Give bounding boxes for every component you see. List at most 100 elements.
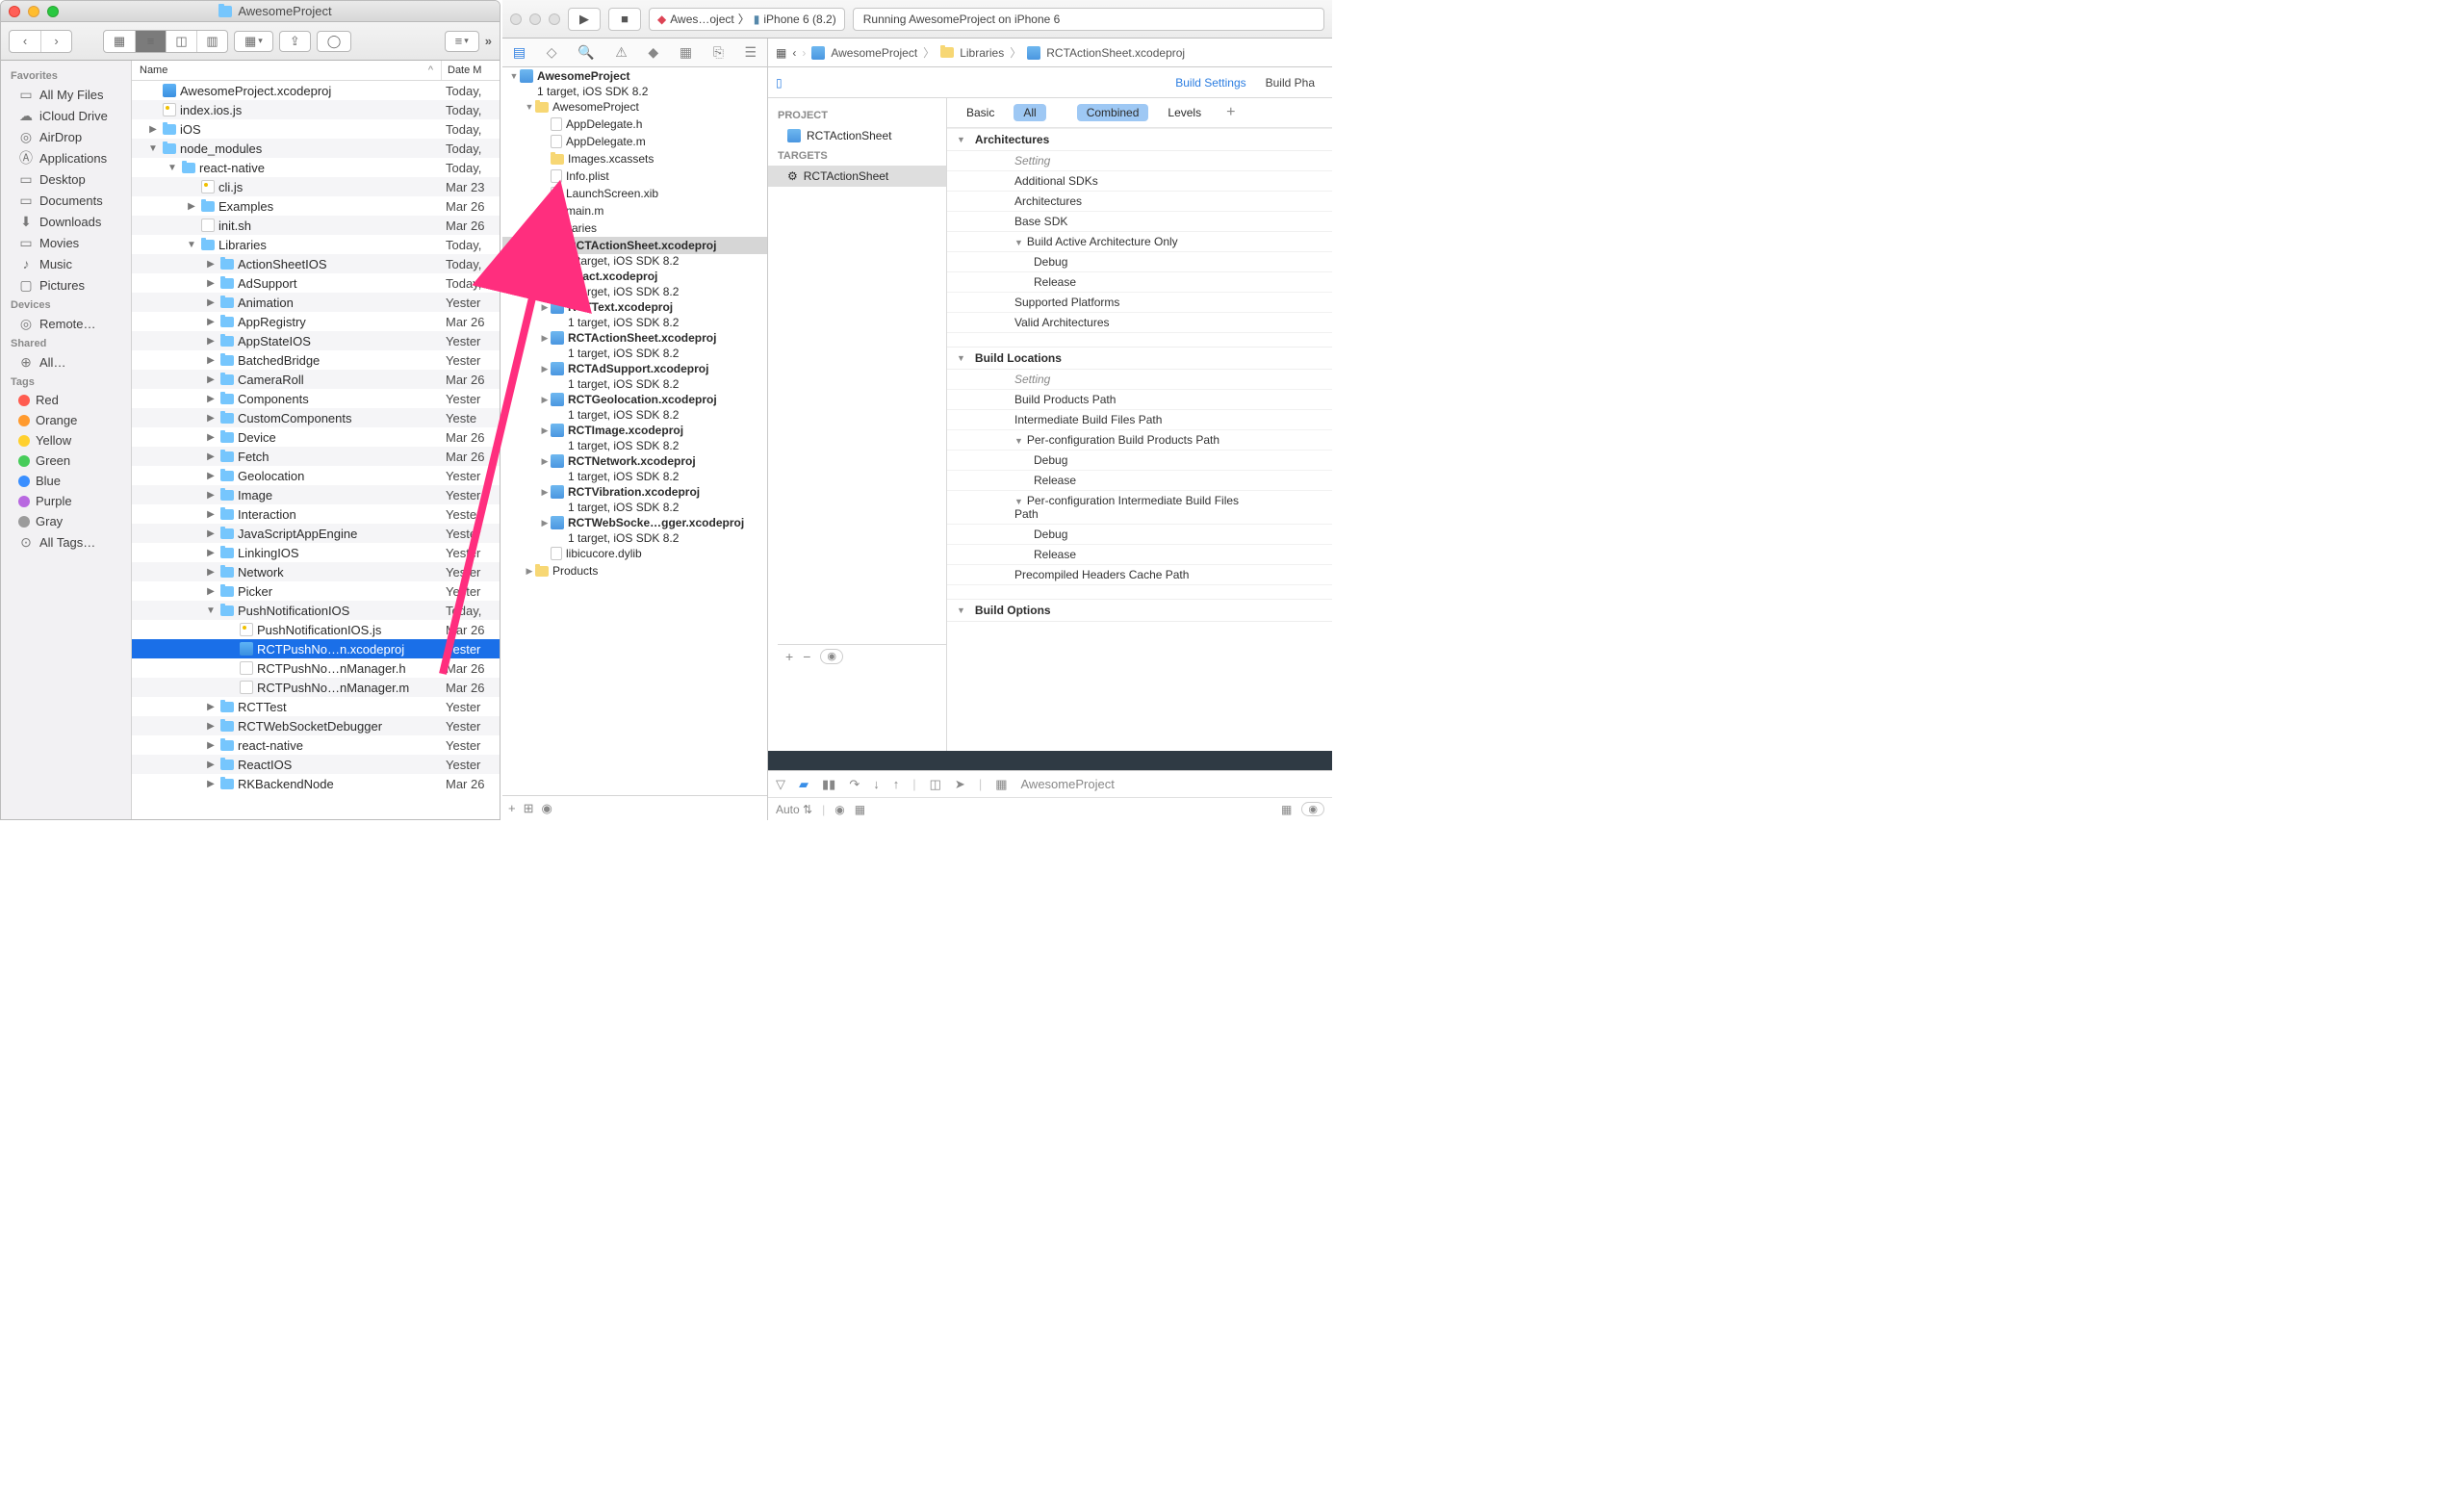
file-row[interactable]: ▼ node_modules Today,: [132, 139, 500, 158]
navigator-row[interactable]: Images.xcassets: [502, 150, 767, 167]
navigator-row[interactable]: ▶ RCTActionSheet.xcodeproj: [502, 237, 767, 254]
disclosure-icon[interactable]: ▶: [205, 336, 217, 347]
file-row[interactable]: ▶ AppStateIOS Yester: [132, 331, 500, 350]
sidebar-tag[interactable]: Purple: [1, 491, 131, 511]
disclosure-icon[interactable]: ▶: [539, 395, 551, 405]
settings-row[interactable]: Debug: [947, 451, 1332, 471]
sidebar-item[interactable]: ◎AirDrop: [1, 126, 131, 147]
filter-all[interactable]: All: [1014, 104, 1045, 121]
file-row[interactable]: ▶ AdSupport Today,: [132, 273, 500, 293]
disclosure-icon[interactable]: ▶: [539, 302, 551, 313]
disclosure-icon[interactable]: ▶: [205, 548, 217, 558]
sidebar-item[interactable]: ♪Music: [1, 253, 131, 274]
disclosure-icon[interactable]: ▶: [205, 355, 217, 366]
jump-bar[interactable]: ▦ ‹ › AwesomeProject 〉 Libraries 〉 RCTAc…: [768, 39, 1332, 66]
project-item[interactable]: RCTActionSheet: [768, 125, 946, 146]
action-button[interactable]: ≡ ▾: [445, 31, 479, 52]
recent-filter-icon[interactable]: ◉: [542, 801, 552, 816]
disclosure-icon[interactable]: ▶: [205, 259, 217, 270]
settings-row[interactable]: Debug: [947, 252, 1332, 272]
file-row[interactable]: ▶ Examples Mar 26: [132, 196, 500, 216]
disclosure-icon[interactable]: ▶: [205, 779, 217, 789]
settings-row[interactable]: Build Products Path: [947, 390, 1332, 410]
disclosure-icon[interactable]: ▶: [539, 518, 551, 528]
navigator-row[interactable]: main.m: [502, 202, 767, 219]
settings-row[interactable]: Precompiled Headers Cache Path: [947, 565, 1332, 585]
disclosure-icon[interactable]: ▶: [205, 297, 217, 308]
add-target-icon[interactable]: +: [785, 649, 793, 664]
sidebar-item[interactable]: ⬇Downloads: [1, 211, 131, 232]
debug-process-name[interactable]: AwesomeProject: [1021, 777, 1115, 791]
jump-segment[interactable]: RCTActionSheet.xcodeproj: [1046, 46, 1185, 60]
file-row[interactable]: RCTPushNo…n.xcodeproj Yester: [132, 639, 500, 658]
step-in-icon[interactable]: ↓: [873, 777, 880, 791]
issue-nav-icon[interactable]: ⚠: [615, 44, 628, 61]
jump-segment[interactable]: Libraries: [960, 46, 1004, 60]
hide-debug-icon[interactable]: ▽: [776, 777, 785, 792]
navigator-row[interactable]: ▶ RCTNetwork.xcodeproj: [502, 452, 767, 470]
settings-row[interactable]: Release: [947, 471, 1332, 491]
column-view-button[interactable]: ◫: [166, 31, 196, 52]
stop-button[interactable]: ■: [608, 8, 641, 31]
file-row[interactable]: ▶ ActionSheetIOS Today,: [132, 254, 500, 273]
settings-row[interactable]: Additional SDKs: [947, 171, 1332, 192]
file-row[interactable]: ▼ Libraries Today,: [132, 235, 500, 254]
disclosure-icon[interactable]: ▶: [539, 487, 551, 498]
navigator-row[interactable]: ▶ RCTWebSocke…gger.xcodeproj: [502, 514, 767, 531]
navigator-row[interactable]: LaunchScreen.xib: [502, 185, 767, 202]
auto-scope-button[interactable]: Auto ⇅: [776, 803, 812, 816]
navigator-row[interactable]: ▶ RCTText.xcodeproj: [502, 298, 767, 316]
disclosure-icon[interactable]: ▶: [539, 364, 551, 374]
disclosure-icon[interactable]: ▶: [205, 374, 217, 385]
forward-button[interactable]: ›: [40, 31, 71, 52]
find-nav-icon[interactable]: 🔍: [578, 44, 594, 61]
settings-row[interactable]: Supported Platforms: [947, 293, 1332, 313]
sidebar-tag[interactable]: Red: [1, 390, 131, 410]
sidebar-tag[interactable]: Blue: [1, 471, 131, 491]
settings-row[interactable]: ▼Build Active Architecture Only: [947, 232, 1332, 252]
close-icon[interactable]: [9, 6, 20, 17]
settings-row[interactable]: Debug: [947, 525, 1332, 545]
file-row[interactable]: ▶ AppRegistry Mar 26: [132, 312, 500, 331]
column-date[interactable]: Date M: [442, 61, 500, 80]
sidebar-tag[interactable]: Orange: [1, 410, 131, 430]
filter-field[interactable]: ◉: [1301, 802, 1324, 816]
navigator-row[interactable]: ▶ RCTAdSupport.xcodeproj: [502, 360, 767, 377]
back-icon[interactable]: ‹: [792, 46, 796, 60]
finder-titlebar[interactable]: AwesomeProject: [1, 1, 500, 22]
add-setting-icon[interactable]: +: [1226, 104, 1235, 121]
disclosure-icon[interactable]: ▶: [524, 566, 535, 577]
sidebar-item[interactable]: ◎Remote…: [1, 313, 131, 334]
disclosure-icon[interactable]: ▶: [205, 317, 217, 327]
minimize-icon[interactable]: [28, 6, 39, 17]
icon-view-button[interactable]: ▦: [104, 31, 135, 52]
sidebar-tag[interactable]: Gray: [1, 511, 131, 531]
file-row[interactable]: ▶ Fetch Mar 26: [132, 447, 500, 466]
sidebar-item[interactable]: ▢Pictures: [1, 274, 131, 296]
settings-row[interactable]: ▼Per-configuration Intermediate Build Fi…: [947, 491, 1332, 525]
navigator-row[interactable]: ▶ RCTActionSheet.xcodeproj: [502, 329, 767, 347]
disclosure-icon[interactable]: ▶: [205, 740, 217, 751]
settings-row[interactable]: Architectures: [947, 192, 1332, 212]
navigator-row[interactable]: ▶ RCTGeolocation.xcodeproj: [502, 391, 767, 408]
disclosure-icon[interactable]: ▶: [147, 124, 159, 135]
navigator-row[interactable]: ▶ React.xcodeproj: [502, 268, 767, 285]
add-icon[interactable]: +: [508, 801, 516, 815]
step-over-icon[interactable]: ↷: [849, 777, 860, 792]
settings-row[interactable]: Release: [947, 272, 1332, 293]
file-row[interactable]: ▶ iOS Today,: [132, 119, 500, 139]
disclosure-icon[interactable]: ▶: [205, 721, 217, 732]
share-button[interactable]: ⇪: [279, 31, 311, 52]
navigator-row[interactable]: AppDelegate.m: [502, 133, 767, 150]
file-row[interactable]: ▶ Animation Yester: [132, 293, 500, 312]
disclosure-icon[interactable]: ▼: [524, 102, 535, 112]
disclosure-icon[interactable]: ▶: [205, 586, 217, 597]
settings-section[interactable]: ▼Architectures: [947, 128, 1332, 151]
overflow-icon[interactable]: »: [485, 34, 492, 48]
filter-combined[interactable]: Combined: [1077, 104, 1149, 121]
file-row[interactable]: index.ios.js Today,: [132, 100, 500, 119]
sidebar-item[interactable]: ⒶApplications: [1, 147, 131, 168]
file-row[interactable]: ▶ Interaction Yester: [132, 504, 500, 524]
build-phases-tab[interactable]: Build Pha: [1256, 76, 1324, 90]
sidebar-item[interactable]: ▭Movies: [1, 232, 131, 253]
